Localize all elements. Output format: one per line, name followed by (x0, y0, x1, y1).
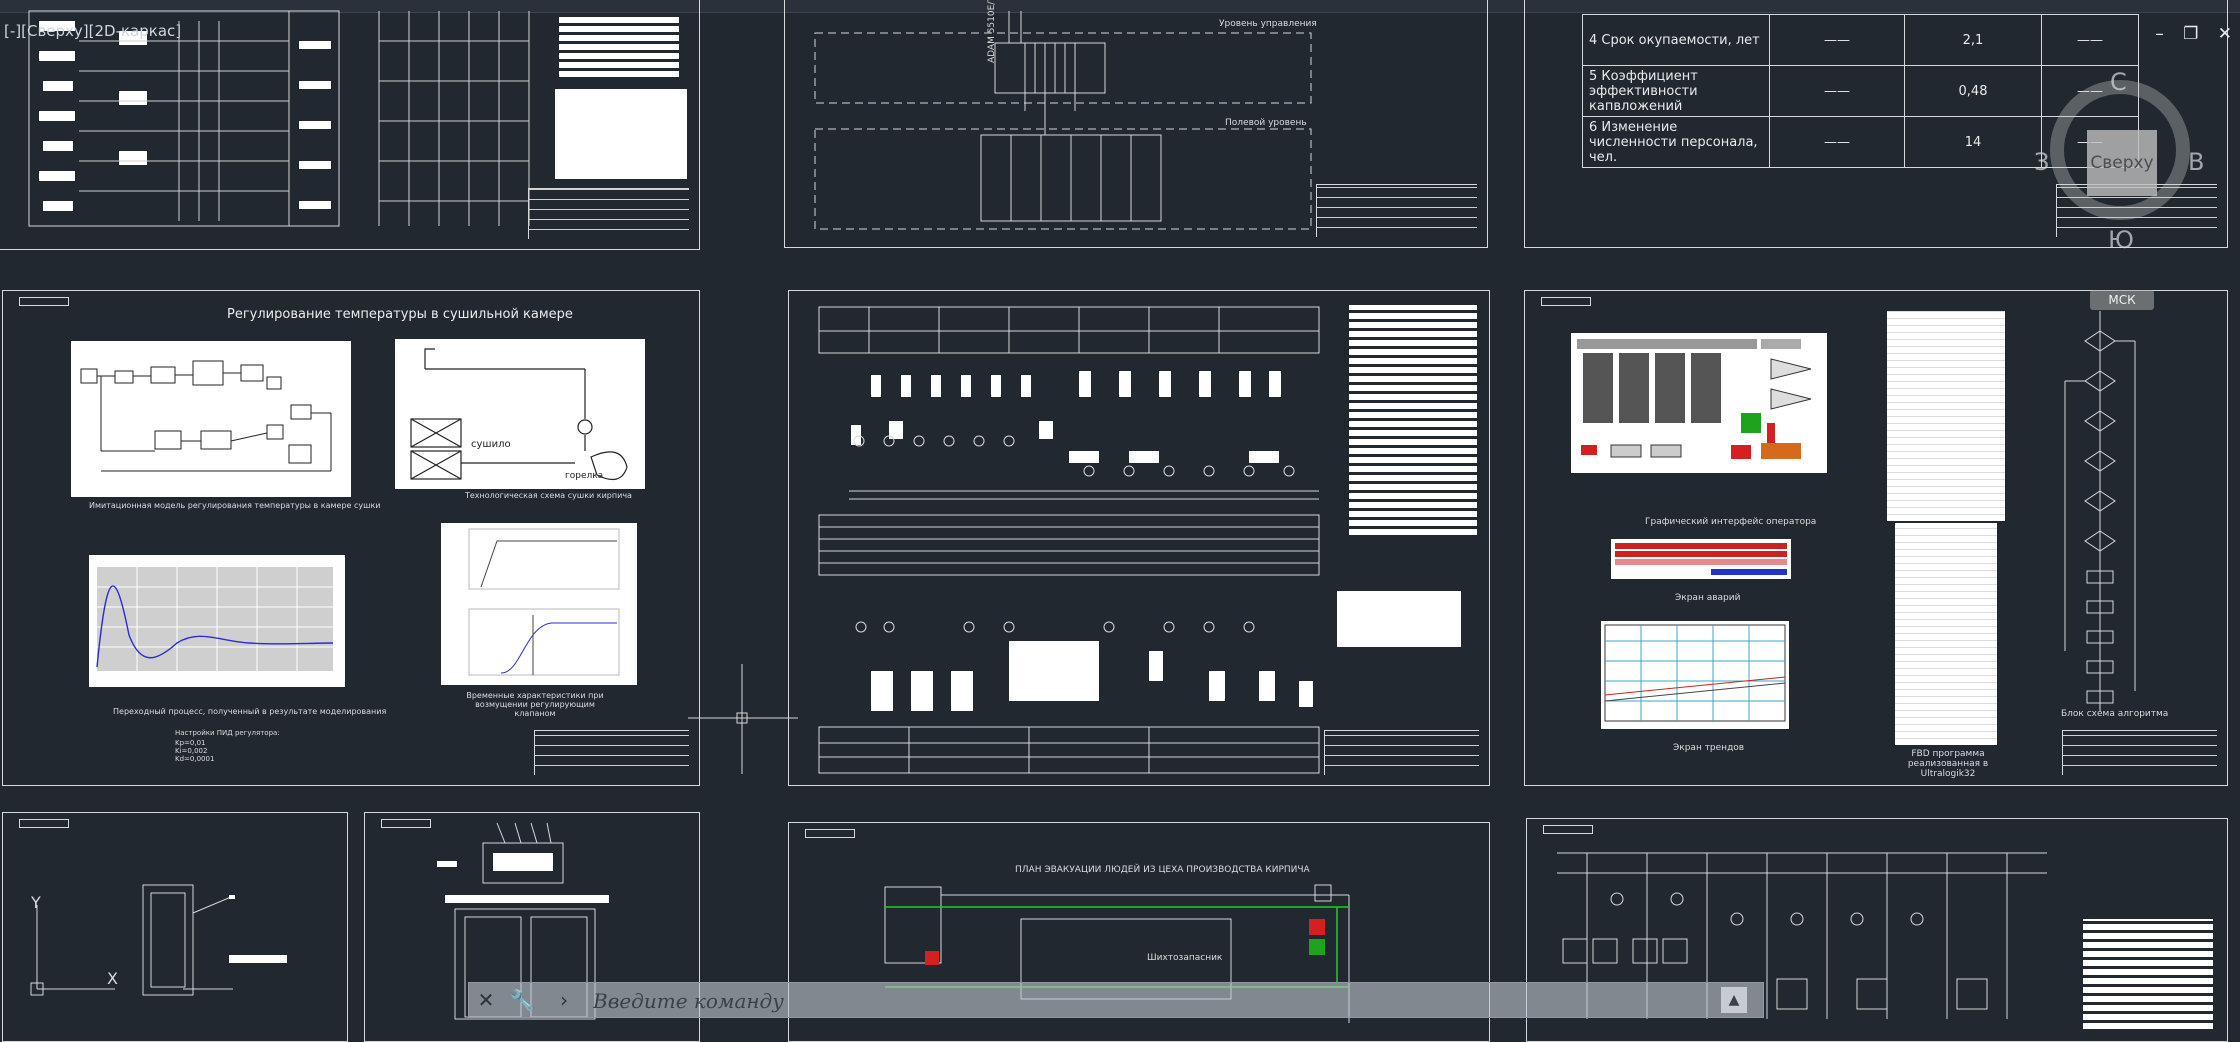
command-close-icon[interactable]: ✕ (471, 983, 501, 1017)
tech-scheme-drawing (410, 348, 628, 481)
viewport-window-controls: – ❐ ✕ (2141, 24, 2232, 44)
spec-list-bars (559, 17, 679, 77)
command-input[interactable] (591, 983, 1655, 1019)
drawing-sheet-control-levels[interactable]: Уровень управления Полевой уровень ADAM … (784, 0, 1488, 248)
viewcube-face[interactable]: Сверху (2087, 130, 2157, 196)
cell-name: 6 Изменение численности персонала, чел. (1582, 116, 1770, 168)
minimize-icon[interactable]: – (2155, 24, 2164, 44)
title-block (528, 188, 689, 239)
crosshair-cursor (688, 664, 798, 774)
cell-name: 5 Коэффициент эффективности капвложений (1582, 65, 1770, 117)
pid-settings-label: Настройки ПИД регулятора: (175, 729, 280, 737)
drawing-sheet-automation[interactable] (788, 290, 1490, 786)
burner-label: горелка (565, 471, 604, 481)
ucs-drawing (30, 884, 287, 996)
cell-name: 4 Срок окупаемости, лет (1582, 14, 1770, 66)
legend-block (1337, 591, 1461, 647)
simulink-blocks (80, 360, 332, 472)
trend-screen-image (1601, 621, 1789, 729)
cell-base: —— (1769, 116, 1905, 168)
pid-ki: Ki=0,002 (175, 747, 208, 755)
ucs-y-label: Y (31, 893, 41, 912)
ucs-x-label: X (107, 969, 118, 988)
pid-kd: Kd=0,0001 (175, 755, 215, 763)
step-response-image (441, 523, 637, 685)
caption-operator-interface: Графический интерфейс оператора (1645, 517, 1817, 527)
cell-project: 0,48 (1904, 65, 2042, 117)
wcs-menu-button[interactable]: МСК (2090, 290, 2154, 310)
trend-screen-graphic (1604, 624, 1786, 722)
viewport-label[interactable]: [-][Сверху][2D-каркас] (4, 22, 181, 40)
table-row: 4 Срок окупаемости, лет —— 2,1 —— (1582, 14, 2139, 66)
title-block (534, 730, 689, 775)
fbd-program-image-2 (1895, 523, 1997, 745)
tech-scheme-image: сушило горелка (395, 339, 645, 489)
cell-project: 2,1 (1904, 14, 2042, 66)
cell-base: —— (1769, 65, 1905, 117)
caption-flowchart: Блок схема алгоритма (2061, 709, 2169, 719)
equipment-list-bars (1349, 305, 1477, 535)
cell-project: 14 (1904, 116, 2042, 168)
caption-fbd: FBD программа реализованная в Ultralogik… (1907, 749, 1989, 779)
sheet-title: Регулирование температуры в сушильной ка… (227, 307, 573, 322)
command-customize-icon[interactable]: 🔧 (507, 983, 537, 1017)
cell-diff: —— (2041, 14, 2139, 66)
restore-icon[interactable]: ❐ (2183, 24, 2198, 44)
close-icon[interactable]: ✕ (2218, 24, 2232, 44)
caption-alarm-screen: Экран аварий (1675, 593, 1741, 603)
pid-kp: Kp=0,01 (175, 739, 206, 747)
table-row: 5 Коэффициент эффективности капвложений … (1582, 65, 2139, 117)
title-block (2062, 730, 2217, 775)
title-block (1324, 730, 1479, 775)
command-history-icon[interactable]: ▲ (1721, 987, 1747, 1013)
compass-east[interactable]: В (2188, 148, 2204, 176)
caption-step-response: Временные характеристики при возмущении … (466, 691, 604, 718)
sheet-stamp (1541, 297, 1591, 306)
step-response-curves (468, 528, 620, 676)
caption-simulink: Имитационная модель регулирования темпер… (89, 501, 381, 510)
title-block (1316, 184, 1477, 237)
operator-interface-graphic (1577, 339, 1812, 459)
spec-notes-block (555, 89, 687, 179)
drawing-sheet-temperature[interactable]: Регулирование температуры в сушильной ка… (2, 290, 700, 786)
command-prompt-icon: › (560, 988, 568, 1012)
command-line: ✕ 🔧 › ▲ (468, 982, 1764, 1019)
compass-south[interactable]: Ю (2108, 226, 2134, 254)
drawing-sheet-hmi[interactable]: Графический интерфейс оператора Экран ав… (1524, 290, 2228, 786)
transient-plot-image (89, 555, 345, 687)
caption-trend-screen: Экран трендов (1673, 743, 1745, 753)
caption-transient: Переходный процесс, полученный в результ… (113, 707, 387, 716)
room-label: Шихтозапасник (1147, 953, 1223, 963)
compass-north[interactable]: С (2110, 68, 2127, 96)
alarm-screen-image (1611, 539, 1791, 579)
transient-curve (96, 567, 334, 671)
drawing-sheet-ucs[interactable]: Y X (2, 812, 348, 1042)
cell-base: —— (1769, 14, 1905, 66)
fbd-program-image (1887, 311, 2005, 521)
simulink-model-image (71, 341, 351, 497)
operator-interface-image (1571, 333, 1827, 473)
dryer-label: сушило (471, 439, 511, 450)
equipment-list-bars (2083, 919, 2213, 1029)
algorithm-flowchart (2064, 311, 2136, 711)
sheet-stamp (19, 297, 69, 306)
alarm-screen-graphic (1615, 543, 1787, 575)
caption-tech-scheme: Технологическая схема сушки кирпича (465, 491, 632, 500)
compass-west[interactable]: З (2034, 148, 2049, 176)
